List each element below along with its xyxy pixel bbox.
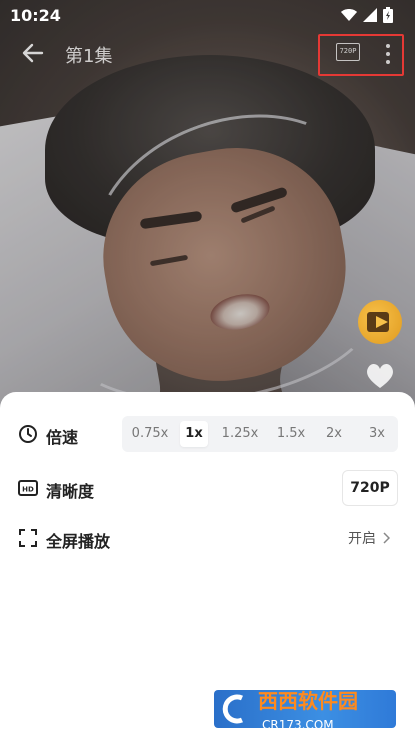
clock-icon — [19, 425, 37, 443]
speed-option-1x[interactable]: 1x — [180, 421, 208, 447]
fullscreen-icon — [19, 529, 37, 547]
status-bar: 10:24 — [0, 0, 415, 30]
watermark-text: 西西软件园 CR173.COM — [258, 690, 396, 728]
status-icons — [341, 7, 393, 23]
speed-option-3x[interactable]: 3x — [358, 421, 396, 447]
status-time: 10:24 — [10, 6, 61, 25]
wifi-icon — [341, 9, 357, 21]
watermark-domain: CR173.COM — [262, 718, 334, 728]
quality-row[interactable]: HD 清晰度 720P — [18, 470, 398, 506]
fullscreen-row[interactable]: 全屏播放 开启 — [18, 520, 398, 556]
speed-option-0.75x[interactable]: 0.75x — [122, 421, 178, 447]
playback-settings-sheet: 倍速 0.75x 1x 1.25x 1.5x 2x 3x HD 清晰度 720P… — [0, 392, 415, 738]
watermark-emblem — [214, 690, 258, 728]
heart-icon[interactable] — [365, 362, 395, 390]
video-promo-fab[interactable] — [358, 300, 402, 344]
player-top-bar: 第1集 720P — [0, 32, 415, 76]
fullscreen-value[interactable]: 开启 — [348, 528, 390, 548]
watermark-logo: 西西软件园 CR173.COM — [214, 690, 396, 728]
battery-icon — [383, 7, 393, 23]
more-options-icon[interactable] — [381, 44, 395, 68]
speed-option-1.5x[interactable]: 1.5x — [272, 421, 310, 447]
quality-value[interactable]: 720P — [342, 470, 398, 506]
speed-row: 倍速 0.75x 1x 1.25x 1.5x 2x 3x — [18, 416, 398, 452]
fullscreen-value-text: 开启 — [348, 531, 376, 547]
quality-button[interactable]: 720P — [336, 43, 360, 61]
quality-label: 清晰度 — [46, 482, 95, 501]
watermark-c-icon — [222, 694, 243, 724]
speed-label: 倍速 — [46, 428, 79, 447]
svg-text:HD: HD — [22, 486, 34, 494]
play-badge-icon — [367, 312, 389, 332]
speed-selector: 0.75x 1x 1.25x 1.5x 2x 3x — [122, 416, 398, 452]
hd-icon: HD — [18, 480, 38, 496]
cellular-icon — [363, 8, 377, 22]
watermark-brand: 西西软件园 — [258, 690, 358, 713]
chevron-right-icon — [383, 532, 390, 544]
speed-option-1.25x[interactable]: 1.25x — [208, 421, 272, 447]
fullscreen-label: 全屏播放 — [46, 532, 111, 551]
speed-option-2x[interactable]: 2x — [310, 421, 358, 447]
back-arrow-icon[interactable] — [20, 40, 46, 66]
episode-title: 第1集 — [65, 46, 113, 67]
